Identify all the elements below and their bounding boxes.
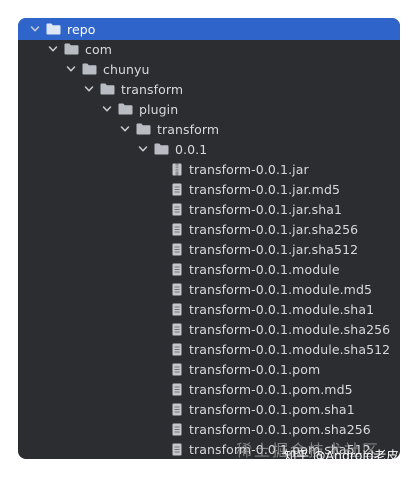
file-icon (172, 243, 182, 256)
chevron-down-icon[interactable] (102, 104, 112, 114)
tree-item-label: transform-0.0.1.jar.md5 (189, 181, 341, 197)
tree-file-row[interactable]: transform-0.0.1.pom.sha256 (18, 419, 400, 439)
tree-item-label: transform-0.0.1.pom.sha256 (189, 421, 371, 437)
folder-icon (82, 63, 97, 75)
file-icon (172, 183, 182, 196)
tree-item-label: transform-0.0.1.jar (189, 161, 309, 177)
tree-file-row[interactable]: transform-0.0.1.jar.sha512 (18, 239, 400, 259)
tree-file-row[interactable]: transform-0.0.1.jar.sha1 (18, 199, 400, 219)
file-icon (172, 263, 182, 276)
file-icon (172, 423, 182, 436)
file-icon (172, 383, 182, 396)
tree-item-label: transform (157, 121, 220, 137)
tree-file-row[interactable]: transform-0.0.1.module (18, 259, 400, 279)
file-icon (172, 343, 182, 356)
tree-item-label: plugin (139, 101, 179, 117)
tree-folder-row[interactable]: plugin (18, 99, 400, 119)
tree-file-row[interactable]: transform-0.0.1.pom (18, 359, 400, 379)
tree-file-row[interactable]: transform-0.0.1.module.md5 (18, 279, 400, 299)
watermark-text: 知乎 @Android老皮 (284, 448, 399, 463)
folder-icon (118, 103, 133, 115)
tree-folder-row[interactable]: repo (18, 18, 400, 40)
jar-file-icon (172, 163, 182, 176)
file-icon (172, 283, 182, 296)
tree-item-label: transform-0.0.1.pom (189, 361, 321, 377)
tree-item-label: transform-0.0.1.module.sha512 (189, 341, 391, 357)
tree-file-row[interactable]: transform-0.0.1.jar.sha256 (18, 219, 400, 239)
tree-file-row[interactable]: transform-0.0.1.module.sha256 (18, 319, 400, 339)
tree-item-label: repo (67, 21, 96, 37)
tree-item-label: chunyu (103, 61, 150, 77)
tree-file-row[interactable]: transform-0.0.1.module.sha1 (18, 299, 400, 319)
file-icon (172, 203, 182, 216)
tree-item-label: 0.0.1 (175, 141, 208, 157)
tree-item-label: transform-0.0.1.jar.sha256 (189, 221, 359, 237)
folder-icon (46, 23, 61, 35)
chevron-down-icon[interactable] (66, 64, 76, 74)
tree-folder-row[interactable]: 0.0.1 (18, 139, 400, 159)
tree-file-row[interactable]: transform-0.0.1.pom.md5 (18, 379, 400, 399)
tree-item-label: transform-0.0.1.jar.sha512 (189, 241, 359, 257)
tree-folder-row[interactable]: chunyu (18, 59, 400, 79)
file-icon (172, 323, 182, 336)
tree-folder-row[interactable]: transform (18, 79, 400, 99)
chevron-down-icon[interactable] (30, 24, 40, 34)
tree-file-row[interactable]: transform-0.0.1.jar.md5 (18, 179, 400, 199)
tree-item-label: transform (121, 81, 184, 97)
folder-icon (64, 43, 79, 55)
tree-item-label: com (85, 41, 112, 57)
tree-item-label: transform-0.0.1.module (189, 261, 340, 277)
folder-icon (136, 123, 151, 135)
folder-icon (154, 143, 169, 155)
file-icon (172, 303, 182, 316)
tree-file-row[interactable]: transform-0.0.1.module.sha512 (18, 339, 400, 359)
project-tree-panel: repo com chunyu transform plugin transform 0.0… (18, 18, 400, 459)
file-icon (172, 223, 182, 236)
chevron-down-icon[interactable] (138, 144, 148, 154)
file-icon (172, 443, 182, 456)
chevron-down-icon[interactable] (120, 124, 130, 134)
tree-file-row[interactable]: transform-0.0.1.jar (18, 159, 400, 179)
tree-item-label: transform-0.0.1.module.sha256 (189, 321, 391, 337)
chevron-down-icon[interactable] (48, 44, 58, 54)
tree-file-row[interactable]: transform-0.0.1.pom.sha1 (18, 399, 400, 419)
tree-folder-row[interactable]: com (18, 39, 400, 59)
file-icon (172, 403, 182, 416)
tree-item-label: transform-0.0.1.jar.sha1 (189, 201, 343, 217)
tree-folder-row[interactable]: transform (18, 119, 400, 139)
tree-item-label: transform-0.0.1.pom.md5 (189, 381, 353, 397)
tree-item-label: transform-0.0.1.module.md5 (189, 281, 373, 297)
folder-icon (100, 83, 115, 95)
tree-item-label: transform-0.0.1.pom.sha1 (189, 401, 355, 417)
chevron-down-icon[interactable] (84, 84, 94, 94)
tree-item-label: transform-0.0.1.module.sha1 (189, 301, 375, 317)
file-icon (172, 363, 182, 376)
